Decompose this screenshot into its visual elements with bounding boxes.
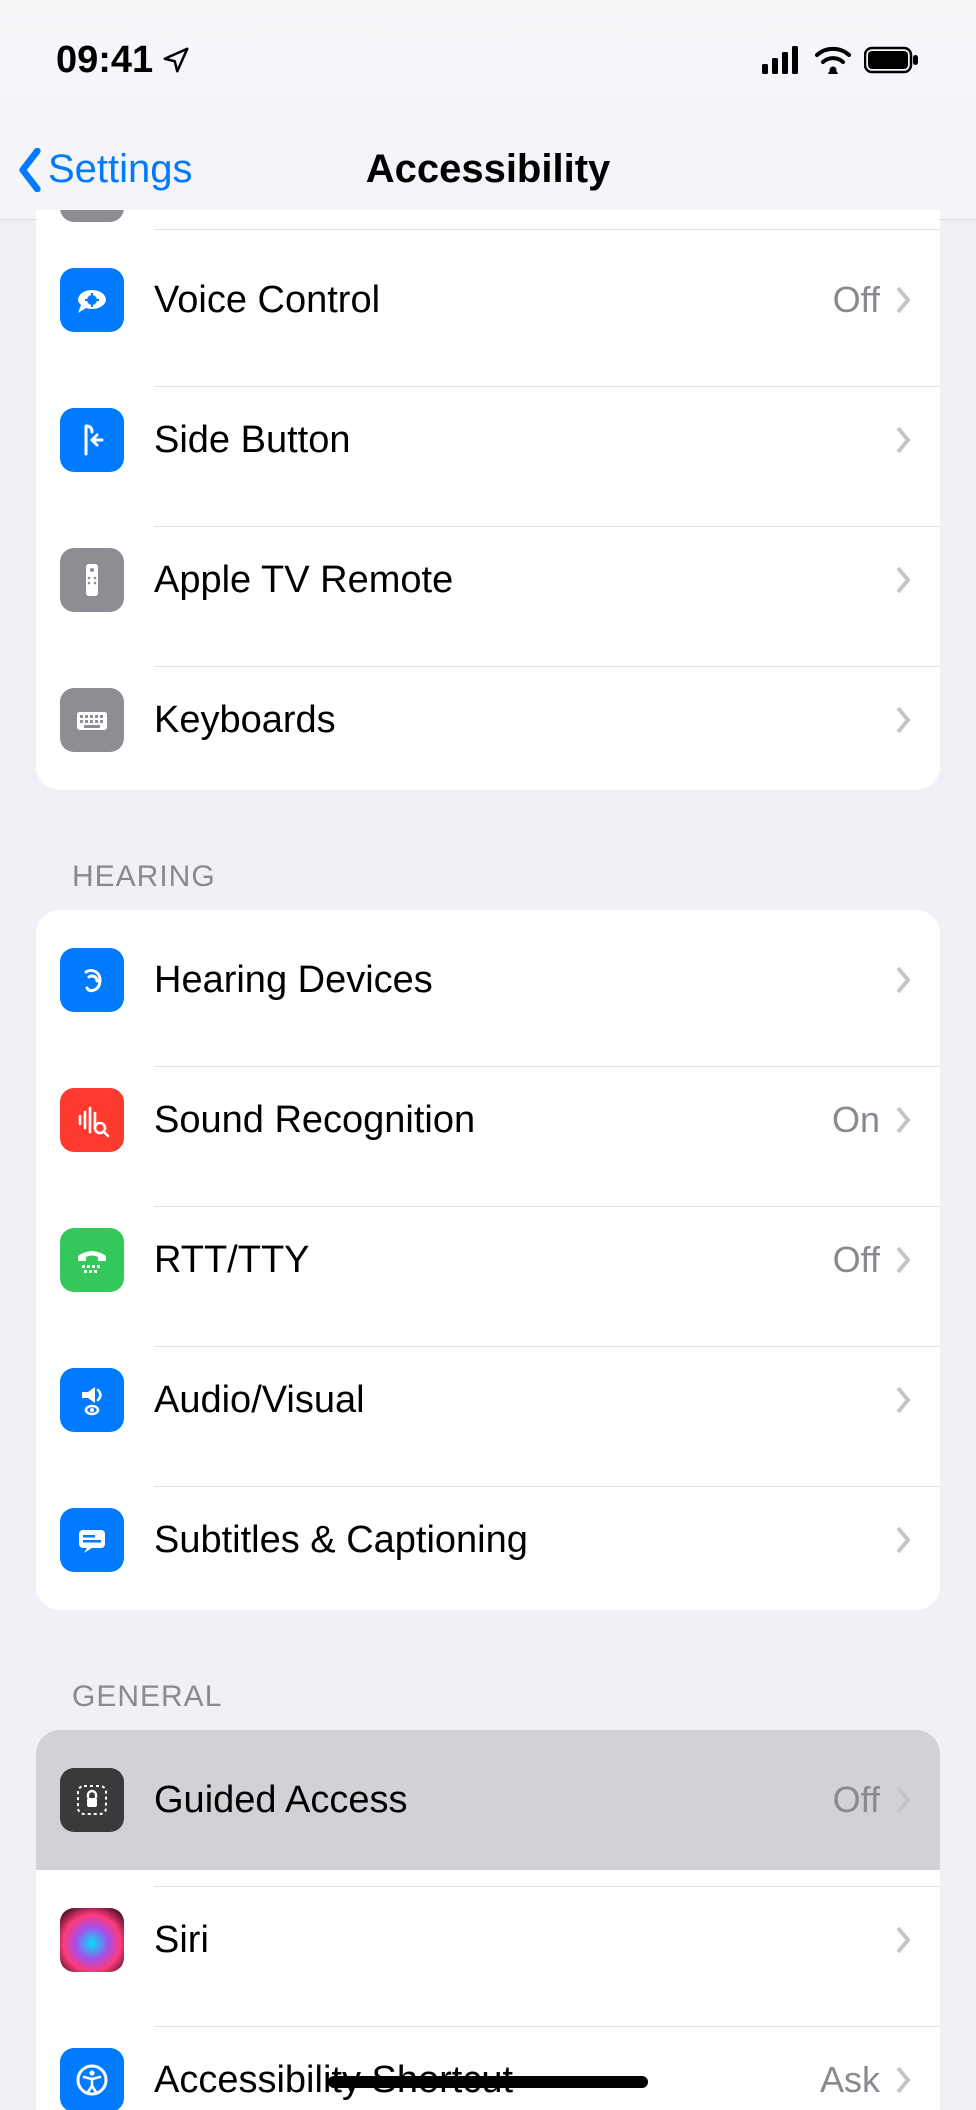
row-value: Off: [833, 279, 880, 321]
chevron-right-icon: [894, 1244, 914, 1276]
row-value: Off: [833, 1779, 880, 1821]
row-label: RTT/TTY: [154, 1239, 310, 1282]
chevron-right-icon: [894, 1924, 914, 1956]
section-header-hearing: HEARING: [36, 790, 940, 910]
chevron-right-icon: [894, 284, 914, 316]
accessibility-shortcut-icon: [60, 2048, 124, 2110]
nav-bar: Settings Accessibility: [0, 120, 976, 220]
chevron-right-icon: [894, 964, 914, 996]
row-label: Sound Recognition: [154, 1099, 475, 1142]
cellular-icon: [762, 46, 802, 74]
row-audio-visual[interactable]: Audio/Visual: [36, 1330, 940, 1470]
partial-row: [154, 210, 940, 230]
back-label: Settings: [48, 147, 193, 192]
row-label: Side Button: [154, 419, 350, 462]
battery-icon: [864, 46, 920, 74]
row-label: Subtitles & Captioning: [154, 1519, 528, 1562]
keyboards-icon: [60, 688, 124, 752]
chevron-right-icon: [894, 704, 914, 736]
row-value: Ask: [820, 2059, 880, 2101]
section-header-general: GENERAL: [36, 1610, 940, 1730]
voice-control-icon: [60, 268, 124, 332]
row-label: Siri: [154, 1919, 209, 1962]
siri-icon: [60, 1908, 124, 1972]
settings-group-hearing: Hearing Devices Sound Recognition On: [36, 910, 940, 1610]
chevron-right-icon: [894, 1384, 914, 1416]
row-keyboards[interactable]: Keyboards: [36, 650, 940, 790]
row-accessibility-shortcut[interactable]: Accessibility Shortcut Ask: [36, 2010, 940, 2110]
home-indicator[interactable]: [328, 2076, 648, 2088]
row-subtitles[interactable]: Subtitles & Captioning: [36, 1470, 940, 1610]
chevron-right-icon: [894, 1104, 914, 1136]
sound-recognition-icon: [60, 1088, 124, 1152]
chevron-right-icon: [894, 564, 914, 596]
row-label: Keyboards: [154, 699, 336, 742]
row-hearing-devices[interactable]: Hearing Devices: [36, 910, 940, 1050]
back-button[interactable]: Settings: [16, 147, 193, 192]
row-apple-tv-remote[interactable]: Apple TV Remote: [36, 510, 940, 650]
subtitles-icon: [60, 1508, 124, 1572]
row-guided-access[interactable]: Guided Access Off: [36, 1730, 940, 1870]
chevron-left-icon: [16, 148, 44, 192]
hearing-devices-icon: [60, 948, 124, 1012]
guided-access-icon: [60, 1768, 124, 1832]
row-side-button[interactable]: Side Button: [36, 370, 940, 510]
side-button-icon: [60, 408, 124, 472]
chevron-right-icon: [894, 424, 914, 456]
chevron-right-icon: [894, 2064, 914, 2096]
chevron-right-icon: [894, 1524, 914, 1556]
audio-visual-icon: [60, 1368, 124, 1432]
status-time: 09:41: [56, 39, 191, 82]
status-right: [762, 46, 920, 74]
status-bar: 09:41: [0, 0, 976, 120]
settings-group-physical: Voice Control Off Side Button Apple: [36, 210, 940, 790]
rtt-tty-icon: [60, 1228, 124, 1292]
row-sound-recognition[interactable]: Sound Recognition On: [36, 1050, 940, 1190]
row-label: Apple TV Remote: [154, 559, 453, 602]
settings-group-general: Guided Access Off Siri Accessibility Sho…: [36, 1730, 940, 2110]
status-time-text: 09:41: [56, 39, 153, 82]
row-label: Hearing Devices: [154, 959, 433, 1002]
location-icon: [161, 45, 191, 75]
row-label: Voice Control: [154, 279, 380, 322]
partial-row-icon: [60, 210, 124, 222]
row-label: Guided Access: [154, 1779, 407, 1822]
chevron-right-icon: [894, 1784, 914, 1816]
row-value: Off: [833, 1239, 880, 1281]
wifi-icon: [814, 46, 852, 74]
row-voice-control[interactable]: Voice Control Off: [36, 230, 940, 370]
row-siri[interactable]: Siri: [36, 1870, 940, 2010]
apple-tv-remote-icon: [60, 548, 124, 612]
row-label: Audio/Visual: [154, 1379, 365, 1422]
row-value: On: [832, 1099, 880, 1141]
row-rtt-tty[interactable]: RTT/TTY Off: [36, 1190, 940, 1330]
